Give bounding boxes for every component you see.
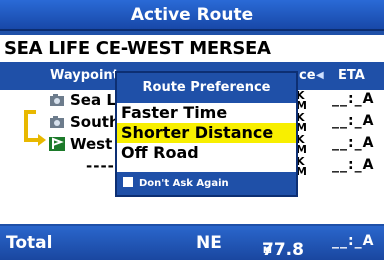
option-faster-time[interactable]: Faster Time [117, 103, 296, 123]
total-bar: Total NE 77.8 K M __:_A [0, 226, 384, 260]
column-scroll-left-icon[interactable]: ◀ [316, 64, 324, 88]
waypoint-name: Sea L [70, 91, 116, 109]
route-preference-dialog: Route Preference Faster Time Shorter Dis… [115, 71, 298, 197]
waypoint-name: West [70, 135, 113, 153]
total-label: Total [6, 233, 53, 253]
total-eta: __:_A [332, 233, 375, 249]
waypoint-eta: __:_A [332, 157, 375, 173]
column-header-distance: ce [299, 68, 316, 83]
waypoint-eta: __:_A [332, 113, 375, 129]
checkbox-icon[interactable] [123, 177, 133, 187]
camera-icon [50, 116, 64, 128]
checkbox-label: Don't Ask Again [139, 178, 229, 189]
option-shorter-distance[interactable]: Shorter Distance [117, 123, 296, 143]
flag-icon [49, 137, 65, 151]
dialog-title: Route Preference [117, 73, 296, 103]
window-title: Active Route [0, 0, 384, 31]
waypoint-eta: __:_A [332, 91, 375, 107]
waypoint-eta: __:_A [332, 135, 375, 151]
route-name: SEA LIFE CE-WEST MERSEA [0, 35, 384, 62]
camera-icon [50, 94, 64, 106]
column-header-waypoint: Waypoint [50, 68, 119, 83]
option-off-road[interactable]: Off Road [117, 143, 296, 163]
waypoint-name: South [70, 113, 120, 131]
total-direction: NE [196, 233, 222, 253]
column-header-eta: ETA [338, 68, 365, 83]
dont-ask-again-toggle[interactable]: Don't Ask Again [117, 172, 296, 195]
